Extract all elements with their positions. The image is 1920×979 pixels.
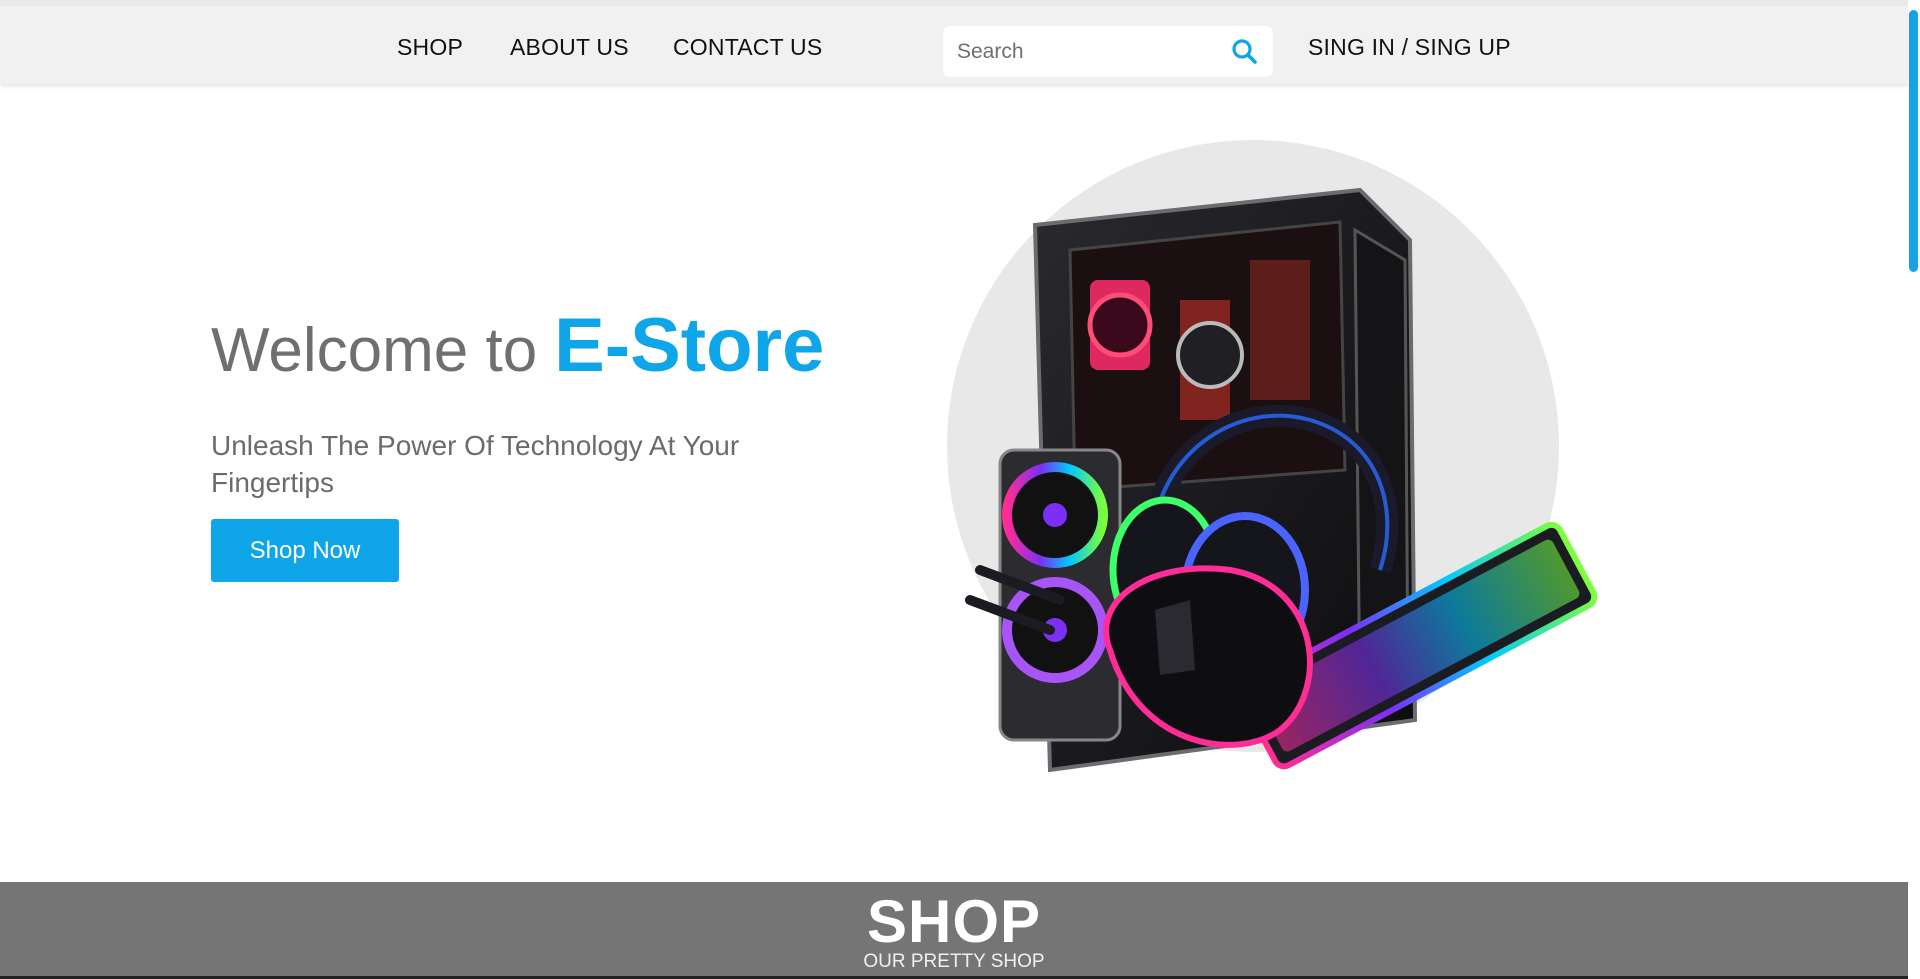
top-navbar: SHOP ABOUT US CONTACT US SING IN / SING … [0,0,1908,84]
shop-now-button[interactable]: Shop Now [211,519,399,582]
shop-section-title: SHOP [866,888,1042,955]
search-box [943,26,1273,77]
nav-link-contact-us[interactable]: CONTACT US [673,34,822,61]
hero-title: Welcome to E-Store [211,308,824,384]
nav-link-shop[interactable]: SHOP [397,34,463,61]
shop-section-header: SHOP OUR PRETTY SHOP [0,882,1908,979]
hero-title-brand: E-Store [554,303,825,388]
nav-link-about-us[interactable]: ABOUT US [510,34,629,61]
hero-title-lead: Welcome to [211,316,538,385]
search-icon[interactable] [1227,34,1263,70]
shop-section-subtitle: OUR PRETTY SHOP [863,951,1045,972]
sign-in-sign-up-link[interactable]: SING IN / SING UP [1308,34,1511,61]
gaming-pc-setup-image [940,130,1630,830]
scrollbar-thumb[interactable] [1909,10,1918,272]
hero-subtitle: Unleash The Power Of Technology At Your … [211,430,740,498]
search-input[interactable] [943,26,1223,77]
